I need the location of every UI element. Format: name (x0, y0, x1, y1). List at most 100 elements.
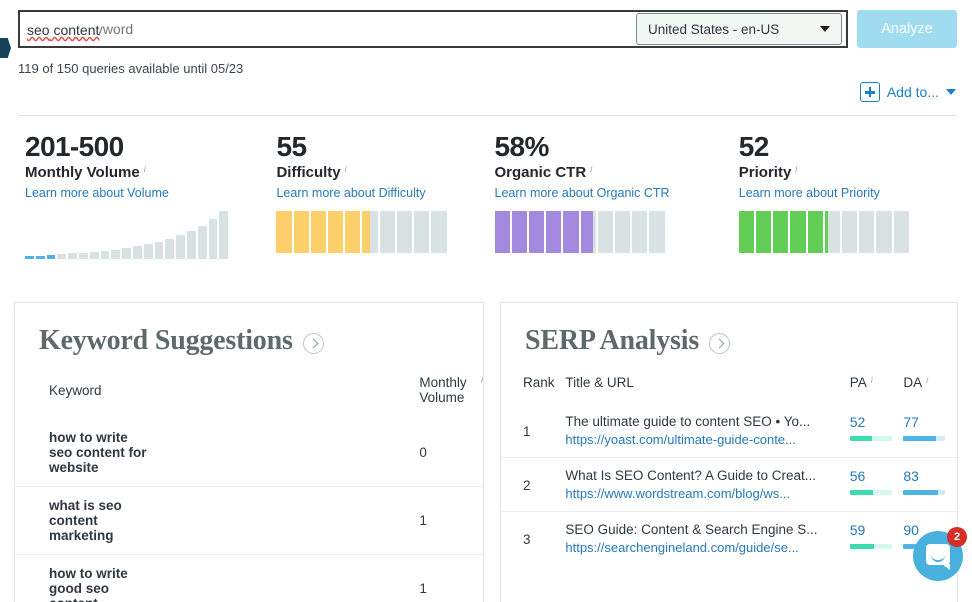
learn-more-volume-link[interactable]: Learn more about Volume (25, 186, 247, 200)
rank-cell: 1 (523, 424, 531, 439)
segment-fill (293, 211, 309, 254)
table-row[interactable]: 1 The ultimate guide to content SEO • Yo.… (501, 404, 957, 458)
metric-organic-ctr: 58% Organic CTR i Learn more about Organ… (477, 132, 725, 277)
column-header-keyword: Keyword (49, 382, 102, 398)
pa-bar (849, 544, 892, 549)
title-url-cell: The ultimate guide to content SEO • Yo..… (565, 404, 849, 458)
volume-bar (154, 242, 164, 260)
info-icon[interactable]: i (345, 165, 347, 174)
da-cell: 83 (903, 457, 957, 512)
column-header-pa: PA i (850, 375, 904, 404)
column-header-label: DA (903, 375, 923, 390)
metric-value: 55 (276, 131, 307, 162)
title-url-cell: SEO Guide: Content & Search Engine S... h… (565, 511, 850, 565)
segment-fill (328, 211, 344, 254)
segment-bar (876, 211, 892, 254)
table-row[interactable]: how to write good seo content1 (15, 554, 483, 602)
da-bar-fill (903, 490, 939, 495)
header-divider (18, 115, 956, 116)
volume-bar (219, 211, 229, 260)
segment-fill (580, 211, 593, 254)
search-input[interactable] (20, 12, 636, 46)
pa-value: 56 (849, 468, 866, 484)
segment-bar (431, 211, 447, 254)
table-header-row: Keyword Monthly Volume i (15, 375, 483, 419)
chevron-right-icon[interactable] (302, 333, 324, 354)
info-icon[interactable]: i (926, 376, 928, 385)
chevron-right-icon[interactable] (709, 333, 731, 354)
table-row[interactable]: what is seo content marketing 1 (15, 486, 483, 555)
segment-bar (632, 211, 648, 254)
volume-bar (68, 253, 77, 260)
segment-bar (396, 211, 413, 254)
result-title[interactable]: The ultimate guide to content SEO • Yo..… (565, 414, 849, 429)
segment-bar (511, 211, 527, 254)
segment-fill (790, 211, 806, 254)
segment-fill (511, 211, 527, 254)
volume-bar (100, 251, 110, 260)
learn-more-organic-ctr-link[interactable]: Learn more about Organic CTR (495, 186, 725, 200)
search-bar: United States - en-US (18, 10, 848, 48)
info-icon[interactable]: i (590, 165, 592, 174)
info-icon[interactable]: i (144, 165, 146, 174)
metric-label: Priority (738, 164, 792, 182)
column-header-rank: Rank (523, 375, 555, 390)
table-row[interactable]: how to write seo content for website 0 (15, 419, 483, 487)
segment-bar (362, 211, 378, 254)
serp-analysis-panel: SERP Analysis Rank Title & URL PA i DA i (500, 302, 958, 602)
metric-value: 52 (738, 131, 770, 162)
organic-ctr-segment-chart (494, 211, 665, 254)
volume-bar (143, 244, 153, 260)
serp-analysis-header: SERP Analysis (501, 303, 957, 357)
result-url[interactable]: https://searchengineland.com/guide/se... (565, 540, 849, 555)
segment-bar (563, 211, 579, 254)
table-row[interactable]: 3 SEO Guide: Content & Search Engine S...… (501, 511, 957, 565)
learn-more-priority-link[interactable]: Learn more about Priority (739, 186, 972, 200)
metric-priority: 52 Priority i Learn more about Priority (725, 132, 972, 277)
segment-bar (276, 211, 292, 254)
volume-bar (122, 248, 131, 260)
metric-value: 58% (494, 131, 550, 162)
country-select-value: United States - en-US (648, 21, 780, 37)
segment-fill (362, 211, 371, 254)
info-icon[interactable]: i (795, 165, 797, 174)
segment-fill (345, 211, 361, 254)
segment-bar (597, 211, 613, 254)
volume-bar (208, 219, 218, 260)
segment-fill (546, 211, 562, 254)
country-select[interactable]: United States - en-US (636, 13, 842, 45)
table-header-row: Rank Title & URL PA i DA i (501, 375, 957, 404)
segment-fill (563, 211, 579, 254)
pa-cell: 59 (849, 511, 904, 565)
volume-bar (78, 253, 88, 260)
keyword-cell: how to write good seo content (15, 554, 150, 602)
add-to-button[interactable]: Add to... (859, 82, 956, 102)
result-url[interactable]: https://yoast.com/ultimate-guide-conte..… (565, 432, 849, 447)
result-title[interactable]: What Is SEO Content? A Guide to Creat... (565, 468, 849, 483)
info-icon[interactable]: i (871, 376, 873, 385)
metric-value: 201-500 (25, 131, 124, 162)
pa-value: 52 (849, 414, 866, 430)
pa-bar-fill (849, 544, 875, 549)
segment-fill (755, 211, 772, 254)
volume-bar (111, 250, 121, 260)
intercom-chat-launcher[interactable]: 2 (913, 527, 967, 581)
da-value: 77 (903, 414, 919, 430)
volume-cell: 0 (419, 445, 427, 460)
priority-segment-chart (738, 211, 909, 254)
result-url[interactable]: https://www.wordstream.com/blog/ws... (565, 486, 849, 501)
da-bar-fill (903, 436, 936, 441)
keyword-suggestions-table: Keyword Monthly Volume i how to write se… (15, 375, 483, 602)
learn-more-difficulty-link[interactable]: Learn more about Difficulty (276, 186, 476, 200)
keyword-suggestions-panel: Keyword Suggestions Keyword Monthly Volu… (14, 302, 484, 602)
segment-fill (738, 211, 754, 254)
panel-toggle-handle[interactable] (0, 38, 11, 58)
table-row[interactable]: 2 What Is SEO Content? A Guide to Creat..… (501, 457, 957, 512)
volume-cell: 1 (149, 554, 483, 602)
pa-bar (849, 436, 892, 441)
info-icon[interactable]: i (481, 376, 483, 385)
analyze-button[interactable]: Analyze (857, 10, 957, 48)
result-title[interactable]: SEO Guide: Content & Search Engine S... (565, 522, 849, 537)
serp-analysis-table: Rank Title & URL PA i DA i 1 The ultimate… (501, 375, 957, 565)
segment-bar (614, 211, 631, 254)
